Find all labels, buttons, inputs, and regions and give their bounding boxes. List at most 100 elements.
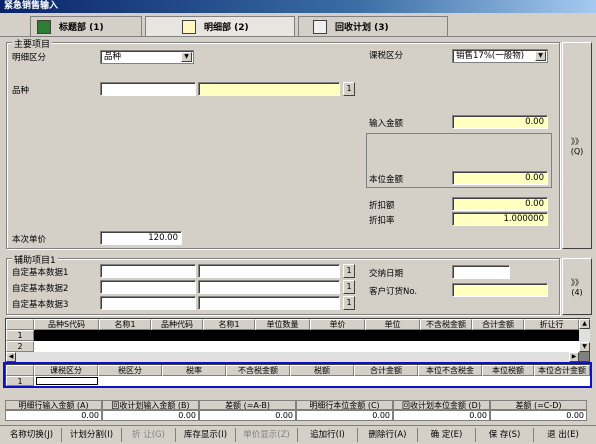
- product-lookup-button[interactable]: 1: [343, 82, 355, 96]
- custom1-code-input[interactable]: [100, 264, 196, 278]
- customer-order-label: 客户订货No.: [369, 287, 418, 297]
- main-expand-key: (Q): [570, 146, 584, 156]
- footer-divider: [0, 425, 596, 426]
- local-amount-label: 本位金额: [369, 175, 404, 185]
- grid-hscrollbar[interactable]: ◀ ▶: [6, 352, 579, 362]
- customer-order-field[interactable]: [452, 283, 548, 297]
- tab-header[interactable]: 标题部 (1): [30, 16, 142, 36]
- summary-header: 差额 (=A-B): [199, 400, 296, 410]
- detail-type-value: 品种: [104, 52, 122, 62]
- discount-rate-label: 折扣率: [369, 216, 395, 226]
- grid-header[interactable]: 折让行: [524, 319, 579, 330]
- window-title: 紧急销售输入: [0, 0, 596, 13]
- name-switch-button[interactable]: 名称切换(J): [2, 428, 62, 442]
- confirm-button[interactable]: 确 定(E): [418, 428, 476, 442]
- aux-expand-key: (4): [571, 287, 583, 297]
- summary-value: 0.00: [199, 410, 296, 421]
- summary-header: 回收计划输入金额 (B): [102, 400, 199, 410]
- tab-divider: [0, 36, 596, 37]
- table-row-selected[interactable]: [34, 330, 579, 341]
- double-chevron-right-icon: 》》: [571, 136, 583, 146]
- chevron-down-icon: ▼: [535, 51, 546, 61]
- discount-rate-field[interactable]: 1.000000: [452, 212, 548, 226]
- grid-header[interactable]: 单位: [365, 319, 420, 330]
- grid-header[interactable]: 品种代码: [151, 319, 203, 330]
- custom2-label: 自定基本数据2: [12, 284, 69, 294]
- tax-type-value: 销售17%(一般物): [456, 51, 525, 61]
- tab-collection-plan-label: 回收计划 (3): [335, 23, 389, 33]
- main-expand-button[interactable]: 》》 (Q): [562, 42, 592, 249]
- summary-value: 0.00: [393, 410, 490, 421]
- save-button[interactable]: 保 存(S): [476, 428, 534, 442]
- summary-value: 0.00: [5, 410, 102, 421]
- detail-type-label: 明细区分: [12, 53, 47, 63]
- custom3-code-input[interactable]: [100, 296, 196, 310]
- row-number[interactable]: 1: [6, 330, 34, 341]
- input-amount-label: 输入金额: [369, 119, 404, 129]
- row-number[interactable]: 2: [6, 341, 34, 352]
- summary-header: 明细行本位金额 (C): [296, 400, 393, 410]
- grid-header[interactable]: 合计金额: [472, 319, 524, 330]
- summary-header: 差额 (=C-D): [490, 400, 587, 410]
- grid-header[interactable]: 名称1: [203, 319, 255, 330]
- grid-header[interactable]: 不含税金额: [420, 319, 472, 330]
- aux-expand-button[interactable]: 》》 (4): [562, 258, 592, 315]
- grid-header[interactable]: 单价: [310, 319, 365, 330]
- grid-header[interactable]: 品种S代码: [34, 319, 99, 330]
- grid-vscrollbar[interactable]: ▲ ▼: [579, 319, 590, 352]
- tab-header-label: 标题部 (1): [59, 23, 104, 33]
- local-amount-field[interactable]: 0.00: [452, 171, 548, 185]
- add-row-button[interactable]: 追加行(I): [298, 428, 358, 442]
- double-chevron-right-icon: 》》: [571, 277, 583, 287]
- delete-row-button[interactable]: 删除行(A): [358, 428, 418, 442]
- main-group-title: 主要项目: [12, 37, 53, 50]
- delivery-date-label: 交纳日期: [369, 269, 404, 279]
- detail-grid: 品种S代码 名称1 品种代码 名称1 单位数量 单价 单位 不含税金额 合计金额…: [5, 318, 590, 362]
- discount-button[interactable]: 折 让(G): [122, 428, 176, 442]
- chevron-down-icon: ▼: [181, 52, 192, 62]
- discount-amount-label: 折扣额: [369, 201, 395, 211]
- custom1-lookup-button[interactable]: 1: [343, 264, 355, 278]
- document-icon: [182, 19, 196, 34]
- product-name-field[interactable]: [198, 82, 340, 96]
- input-amount-field[interactable]: 0.00: [452, 115, 548, 129]
- detail-type-select[interactable]: 品种 ▼: [100, 50, 194, 64]
- custom2-code-input[interactable]: [100, 280, 196, 294]
- unit-price-label: 本次单价: [12, 235, 47, 245]
- custom3-lookup-button[interactable]: 1: [343, 296, 355, 310]
- summary-header: 明细行输入金额 (A): [5, 400, 102, 410]
- tab-collection-plan[interactable]: 回收计划 (3): [298, 16, 448, 36]
- tax-type-select[interactable]: 销售17%(一般物) ▼: [452, 49, 548, 63]
- scroll-up-icon[interactable]: ▲: [579, 319, 590, 329]
- scroll-left-icon[interactable]: ◀: [6, 352, 16, 362]
- calendar-icon: [313, 19, 327, 34]
- price-display-button[interactable]: 单价显示(Z): [236, 428, 298, 442]
- delivery-date-input[interactable]: [452, 265, 510, 279]
- scroll-right-icon[interactable]: ▶: [569, 352, 579, 362]
- plan-split-button[interactable]: 计划分割(I): [62, 428, 122, 442]
- grid-header[interactable]: 单位数量: [255, 319, 310, 330]
- stock-display-button[interactable]: 库存显示(I): [176, 428, 236, 442]
- custom3-name-field[interactable]: [198, 296, 340, 310]
- exit-button[interactable]: 退 出(E): [534, 428, 592, 442]
- custom2-lookup-button[interactable]: 1: [343, 280, 355, 294]
- custom1-name-field[interactable]: [198, 264, 340, 278]
- book-icon: [37, 19, 51, 34]
- unit-price-input[interactable]: 120.00: [100, 231, 182, 245]
- product-label: 品种: [12, 86, 30, 96]
- summary-value: 0.00: [102, 410, 199, 421]
- tab-detail-label: 明细部 (2): [204, 23, 249, 33]
- table-row[interactable]: [34, 341, 579, 352]
- aux-group-title: 辅助项目1: [12, 253, 58, 266]
- grid-header[interactable]: 名称1: [99, 319, 151, 330]
- summary-header: 回收计划本位金额 (D): [393, 400, 490, 410]
- grid-corner: [6, 319, 34, 330]
- tab-detail[interactable]: 明细部 (2): [145, 16, 295, 36]
- custom3-label: 自定基本数据3: [12, 300, 69, 310]
- custom2-name-field[interactable]: [198, 280, 340, 294]
- summary-value: 0.00: [296, 410, 393, 421]
- discount-amount-field[interactable]: 0.00: [452, 197, 548, 211]
- product-code-input[interactable]: [100, 82, 196, 96]
- summary-value: 0.00: [490, 410, 587, 421]
- scroll-down-icon[interactable]: ▼: [579, 342, 590, 352]
